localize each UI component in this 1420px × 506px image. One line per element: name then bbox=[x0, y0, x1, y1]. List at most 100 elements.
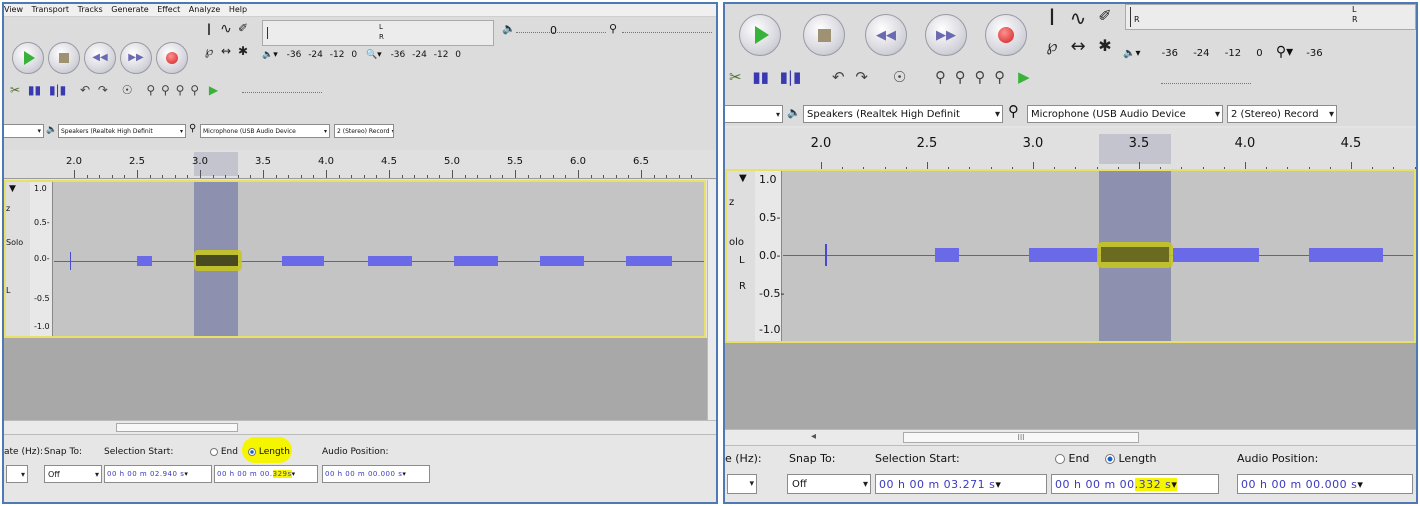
stop-button[interactable] bbox=[48, 42, 80, 74]
sync-lock-icon[interactable]: ☉ bbox=[893, 68, 906, 86]
menu-help[interactable]: Help bbox=[229, 5, 247, 14]
solo-button[interactable]: olo bbox=[729, 237, 744, 248]
track-control-panel[interactable]: ▼ z Solo L bbox=[6, 182, 31, 336]
record-button[interactable] bbox=[156, 42, 188, 74]
sync-lock-icon[interactable]: ☉ bbox=[122, 83, 133, 97]
empty-track-area[interactable] bbox=[725, 343, 1416, 429]
redo-icon[interactable]: ↷ bbox=[98, 83, 108, 97]
length-radio[interactable] bbox=[1105, 454, 1115, 464]
meter-display[interactable]: R L R bbox=[1125, 4, 1416, 30]
audacity-window-left: View Transport Tracks Generate Effect An… bbox=[2, 2, 718, 504]
empty-track-area[interactable] bbox=[4, 338, 707, 420]
skip-end-button[interactable]: ▶▶ bbox=[925, 14, 967, 56]
selection-tool[interactable]: I bbox=[1041, 6, 1063, 32]
host-combo[interactable]: ▾ bbox=[725, 105, 783, 123]
track-menu-arrow[interactable]: ▼ bbox=[739, 173, 747, 184]
timeshift-tool[interactable]: ↔ bbox=[1067, 36, 1089, 60]
envelope-tool[interactable]: ∿ bbox=[218, 21, 234, 41]
skip-start-button[interactable]: ◀◀ bbox=[865, 14, 907, 56]
end-radio[interactable] bbox=[1055, 454, 1065, 464]
audio-position-field[interactable]: 00 h 00 m 00.000 s ▾ bbox=[322, 465, 430, 483]
zoom-in-icon[interactable]: ⚲ bbox=[935, 68, 946, 86]
host-combo[interactable]: ▾ bbox=[4, 124, 44, 138]
fit-project-icon[interactable]: ⚲ bbox=[994, 68, 1005, 86]
solo-button[interactable]: Solo bbox=[6, 238, 23, 247]
cut-icon[interactable]: ✂ bbox=[729, 68, 742, 86]
multi-tool[interactable]: ✱ bbox=[236, 44, 250, 62]
undo-icon[interactable]: ↶ bbox=[832, 68, 845, 86]
recording-device-combo[interactable]: Microphone (USB Audio Device ▾ bbox=[1027, 105, 1223, 123]
audio-track[interactable] bbox=[4, 180, 706, 338]
fit-selection-icon[interactable]: ⚲ bbox=[176, 83, 185, 97]
project-rate-combo[interactable]: ▾ bbox=[6, 465, 28, 483]
scrollbar-thumb[interactable]: III bbox=[903, 432, 1139, 443]
zoom-tool[interactable]: ℘ bbox=[201, 44, 217, 62]
play-button[interactable] bbox=[739, 14, 781, 56]
play-button[interactable] bbox=[12, 42, 44, 74]
play-at-speed-icon[interactable]: ▶ bbox=[209, 83, 218, 97]
horizontal-scrollbar[interactable]: ◂ III bbox=[725, 429, 1416, 446]
multi-tool[interactable]: ✱ bbox=[1095, 36, 1115, 60]
scrollbar-thumb[interactable] bbox=[116, 423, 238, 432]
envelope-tool[interactable]: ∿ bbox=[1067, 6, 1089, 32]
play-speed-slider[interactable] bbox=[1161, 83, 1251, 85]
project-rate-combo[interactable]: ▾ bbox=[727, 474, 757, 494]
stop-button[interactable] bbox=[803, 14, 845, 56]
mic-gain-slider[interactable] bbox=[622, 32, 712, 34]
zoom-in-icon[interactable]: ⚲ bbox=[146, 83, 155, 97]
playback-device-combo[interactable]: Speakers (Realtek High Definit ▾ bbox=[803, 105, 1003, 123]
selection-length-field[interactable]: 00 h 00 m 00.332 s ▾ bbox=[1051, 474, 1219, 494]
menu-tracks[interactable]: Tracks bbox=[78, 5, 103, 14]
play-at-speed-icon[interactable]: ▶ bbox=[1018, 68, 1030, 86]
channels-combo[interactable]: 2 (Stereo) Record▾ bbox=[334, 124, 394, 138]
channels-combo[interactable]: 2 (Stereo) Record▾ bbox=[1227, 105, 1337, 123]
draw-tool[interactable]: ✐ bbox=[1095, 6, 1115, 32]
trim-icon[interactable]: ▮▮ bbox=[752, 68, 769, 86]
timeshift-tool[interactable]: ↔ bbox=[218, 44, 234, 62]
meter-display[interactable]: L R bbox=[262, 20, 494, 46]
fit-project-icon[interactable]: ⚲ bbox=[190, 83, 199, 97]
redo-icon[interactable]: ↷ bbox=[855, 68, 868, 86]
end-radio[interactable] bbox=[210, 447, 218, 456]
selection-start-field[interactable]: 00 h 00 m 03.271 s ▾ bbox=[875, 474, 1047, 494]
recording-meter[interactable]: 🔈▾ -36 -24 -12 0 🔍▾ -36 -24 -12 0 bbox=[262, 50, 461, 60]
silence-icon[interactable]: ▮|▮ bbox=[780, 68, 802, 86]
track-menu-arrow[interactable]: ▼ bbox=[9, 184, 16, 194]
selection-length-field[interactable]: 00 h 00 m 00. 329 s ▾ bbox=[214, 465, 318, 483]
recording-device-combo[interactable]: Microphone (USB Audio Device ▾ bbox=[200, 124, 330, 138]
selection-start-field[interactable]: 00 h 00 m 02.940 s ▾ bbox=[104, 465, 212, 483]
trim-icon[interactable]: ▮▮ bbox=[28, 83, 41, 97]
skip-start-button[interactable]: ◀◀ bbox=[84, 42, 116, 74]
track-control-panel[interactable]: ▼ z olo L R bbox=[727, 171, 756, 341]
timeline-ruler[interactable]: 2.0 2.5 3.0 3.5 4.0 4.5 5.0 5.5 6.0 6.5 bbox=[4, 150, 716, 179]
draw-tool[interactable]: ✐ bbox=[236, 21, 250, 41]
selection-tool[interactable]: I bbox=[201, 20, 217, 40]
fit-selection-icon[interactable]: ⚲ bbox=[975, 68, 986, 86]
menu-view[interactable]: View bbox=[4, 5, 23, 14]
record-button[interactable] bbox=[985, 14, 1027, 56]
volume-thumb[interactable]: 0 bbox=[550, 24, 557, 37]
length-radio[interactable] bbox=[248, 447, 256, 456]
zoom-out-icon[interactable]: ⚲ bbox=[161, 83, 170, 97]
playback-device-combo[interactable]: Speakers (Realtek High Definit ▾ bbox=[58, 124, 186, 138]
skip-end-button[interactable]: ▶▶ bbox=[120, 42, 152, 74]
zoom-out-icon[interactable]: ⚲ bbox=[955, 68, 966, 86]
menu-generate[interactable]: Generate bbox=[111, 5, 148, 14]
vertical-scrollbar[interactable] bbox=[707, 180, 716, 420]
play-speed-slider[interactable] bbox=[242, 92, 322, 94]
menu-transport[interactable]: Transport bbox=[32, 5, 70, 14]
audio-position-field[interactable]: 00 h 00 m 00.000 s ▾ bbox=[1237, 474, 1413, 494]
snap-to-combo[interactable]: Off ▾ bbox=[787, 474, 871, 494]
horizontal-scrollbar[interactable] bbox=[4, 420, 716, 435]
timeline-ruler[interactable]: 2.0 2.5 3.0 3.5 4.0 4.5 bbox=[725, 128, 1416, 171]
zoom-tool[interactable]: ℘ bbox=[1041, 36, 1063, 60]
silence-icon[interactable]: ▮|▮ bbox=[49, 83, 66, 97]
menu-effect[interactable]: Effect bbox=[157, 5, 180, 14]
scroll-left-arrow[interactable]: ◂ bbox=[811, 431, 816, 442]
recording-meter[interactable]: 🔈▾ -36 -24 -12 0 ⚲▾ -36 bbox=[1123, 44, 1323, 60]
undo-icon[interactable]: ↶ bbox=[80, 83, 90, 97]
volume-slider[interactable] bbox=[516, 32, 606, 34]
cut-icon[interactable]: ✂ bbox=[10, 83, 20, 97]
menu-analyze[interactable]: Analyze bbox=[189, 5, 221, 14]
snap-to-combo[interactable]: Off ▾ bbox=[44, 465, 102, 483]
